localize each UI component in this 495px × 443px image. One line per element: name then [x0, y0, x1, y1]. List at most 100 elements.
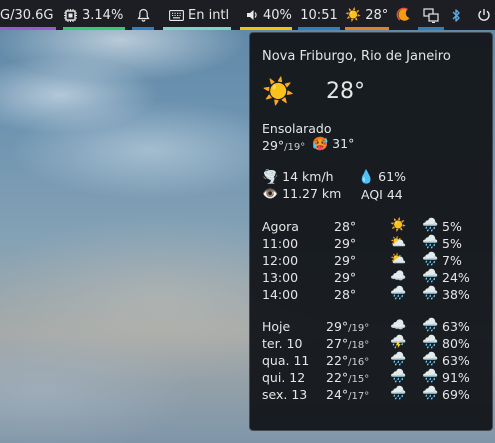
- rain-cloud-icon: 🌧️: [422, 235, 439, 250]
- day-label: qua. 11: [262, 353, 310, 368]
- power-widget[interactable]: [472, 0, 495, 30]
- hour-label: 13:00: [262, 270, 299, 285]
- top-bar: G/30.6G 3.14% En intl 40% 10:51 ☀️ 28°: [0, 0, 495, 30]
- day-low: /19°: [348, 323, 370, 334]
- rain-cloud-icon: 🌧️: [422, 318, 439, 333]
- rain-cloud-icon: 🌧️: [422, 352, 439, 367]
- rain-cloud-icon: 🌧️: [390, 286, 407, 301]
- partly-cloudy-icon: ⛅: [390, 235, 407, 250]
- day-high: 24°: [326, 387, 349, 402]
- rain-chance: 80%: [442, 336, 470, 351]
- day-low: /16°: [348, 357, 370, 368]
- hour-label: 12:00: [262, 253, 299, 268]
- volume-widget[interactable]: 40%: [240, 0, 292, 30]
- day-temps: 22°/15°: [326, 370, 369, 385]
- day-low: /17°: [348, 391, 370, 402]
- thunder-cloud-icon: ⛈️: [390, 335, 407, 350]
- speaker-icon: [246, 9, 259, 21]
- rain-cloud-icon: 🌧️: [422, 218, 439, 233]
- keyboard-icon: [169, 9, 184, 21]
- day-high: 27°: [326, 336, 349, 351]
- sun-icon: ☀️: [390, 218, 407, 233]
- hour-label: Agora: [262, 219, 299, 234]
- day-label: ter. 10: [262, 336, 303, 351]
- weather-popup: Nova Friburgo, Rio de Janeiro ☀️ 28° Ens…: [249, 32, 493, 431]
- day-label: sex. 13: [262, 387, 308, 402]
- low-temp: /19°: [284, 142, 306, 153]
- hour-label: 14:00: [262, 287, 299, 302]
- cpu-icon: [63, 8, 78, 23]
- hot-face-icon: 🥵: [312, 137, 329, 152]
- night-light-widget[interactable]: [391, 0, 417, 30]
- rain-cloud-icon: 🌧️: [390, 352, 407, 367]
- day-high: 22°: [326, 370, 349, 385]
- memory-usage: G/30.6G: [0, 7, 54, 23]
- weather-underline: [345, 27, 389, 30]
- cloud-icon: ☁️: [390, 269, 407, 284]
- network-icon: [423, 7, 439, 23]
- day-temps: 24°/17°: [326, 387, 369, 402]
- condition-label: Ensolarado: [262, 121, 332, 136]
- rain-cloud-icon: 🌧️: [422, 369, 439, 384]
- bluetooth-icon: [451, 8, 461, 23]
- day-temps: 29°/19°: [326, 319, 369, 334]
- sun-icon: ☀️: [345, 7, 362, 23]
- tornado-icon: 🌪️: [262, 170, 279, 185]
- bluetooth-widget[interactable]: [445, 0, 467, 30]
- aqi-value: AQI 44: [361, 187, 403, 202]
- day-high: 29°: [326, 319, 349, 334]
- day-low: /15°: [348, 374, 370, 385]
- eye-icon: 👁️: [262, 187, 279, 202]
- rain-cloud-icon: 🌧️: [422, 286, 439, 301]
- humidity: 💧 61%: [358, 169, 406, 185]
- rain-chance: 91%: [442, 370, 470, 385]
- rain-cloud-icon: 🌧️: [422, 269, 439, 284]
- rain-chance: 7%: [442, 253, 462, 268]
- rain-chance: 63%: [442, 319, 470, 334]
- hour-temp: 28°: [334, 287, 357, 302]
- clock-underline: [298, 27, 340, 30]
- hour-temp: 29°: [334, 253, 357, 268]
- cpu-underline: [63, 27, 125, 30]
- day-label: Hoje: [262, 319, 291, 334]
- high-temp: 29°: [262, 138, 285, 153]
- bell-icon: [136, 8, 150, 22]
- power-icon: [477, 8, 491, 22]
- high-low: 29°/19°: [262, 138, 305, 153]
- partly-cloudy-icon: ⛅: [390, 252, 407, 267]
- rain-cloud-icon: 🌧️: [390, 386, 407, 401]
- moon-icon: [396, 7, 412, 23]
- weather-widget[interactable]: ☀️ 28°: [345, 0, 389, 30]
- memory-widget[interactable]: G/30.6G: [0, 0, 56, 30]
- clock-widget[interactable]: 10:51: [298, 0, 340, 30]
- day-temps: 27°/18°: [326, 336, 369, 351]
- sun-icon: ☀️: [262, 77, 295, 107]
- notification-widget[interactable]: [132, 0, 154, 30]
- feels-like: 🥵 31°: [312, 136, 354, 152]
- cpu-widget[interactable]: 3.14%: [63, 0, 125, 30]
- volume-underline: [240, 27, 292, 30]
- day-label: qui. 12: [262, 370, 306, 385]
- visibility: 👁️ 11.27 km: [262, 186, 341, 202]
- location-label: Nova Friburgo, Rio de Janeiro: [262, 49, 451, 64]
- desktop: G/30.6G 3.14% En intl 40% 10:51 ☀️ 28° N…: [0, 0, 495, 443]
- day-low: /18°: [348, 340, 370, 351]
- hour-temp: 28°: [334, 219, 357, 234]
- hour-temp: 29°: [334, 270, 357, 285]
- rain-chance: 69%: [442, 387, 470, 402]
- rain-cloud-icon: 🌧️: [422, 252, 439, 267]
- wind: 🌪️ 14 km/h: [262, 169, 334, 185]
- visibility-value: 11.27 km: [282, 186, 342, 201]
- hour-temp: 29°: [334, 236, 357, 251]
- cloud-icon: ☁️: [390, 318, 407, 333]
- keyboard-layout-widget[interactable]: En intl: [163, 0, 231, 30]
- rain-chance: 24%: [442, 270, 470, 285]
- network-widget[interactable]: [418, 0, 444, 30]
- day-temps: 22°/16°: [326, 353, 369, 368]
- rain-cloud-icon: 🌧️: [422, 386, 439, 401]
- rain-cloud-icon: 🌧️: [422, 335, 439, 350]
- network-underline: [418, 27, 444, 30]
- cpu-usage: 3.14%: [82, 7, 124, 23]
- rain-chance: 5%: [442, 219, 462, 234]
- hour-label: 11:00: [262, 236, 299, 251]
